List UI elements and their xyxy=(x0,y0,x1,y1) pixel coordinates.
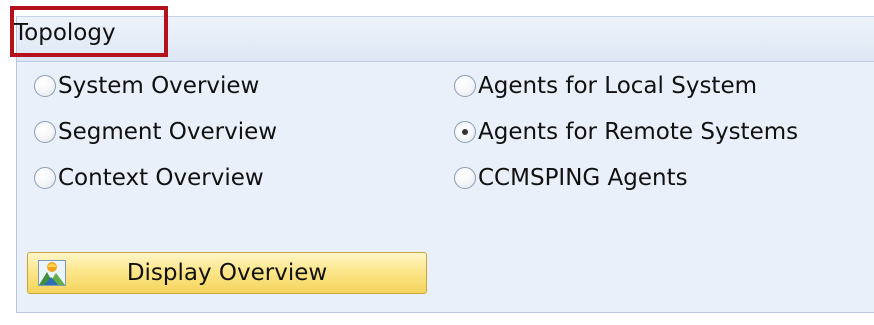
radio-label: Agents for Local System xyxy=(478,73,757,99)
radio-label: System Overview xyxy=(58,73,260,99)
radio-button-icon[interactable] xyxy=(454,121,476,143)
radio-label: Agents for Remote Systems xyxy=(478,119,799,145)
radio-button-icon[interactable] xyxy=(454,75,476,97)
radio-label: Segment Overview xyxy=(58,119,278,145)
radio-ccmsping-agents[interactable]: CCMSPING Agents xyxy=(454,162,688,194)
radio-agents-remote-systems[interactable]: Agents for Remote Systems xyxy=(454,116,798,148)
radio-button-icon[interactable] xyxy=(34,75,56,97)
display-overview-button[interactable]: Display Overview xyxy=(27,252,427,294)
radio-button-icon[interactable] xyxy=(34,121,56,143)
radio-context-overview[interactable]: Context Overview xyxy=(34,162,264,194)
radio-button-icon[interactable] xyxy=(34,167,56,189)
radio-label: CCMSPING Agents xyxy=(478,165,688,191)
button-label: Display Overview xyxy=(126,260,328,286)
group-header xyxy=(17,17,874,62)
group-title: Topology xyxy=(14,20,116,46)
radio-segment-overview[interactable]: Segment Overview xyxy=(34,116,277,148)
radio-button-icon[interactable] xyxy=(454,167,476,189)
radio-label: Context Overview xyxy=(58,165,264,191)
radio-agents-local-system[interactable]: Agents for Local System xyxy=(454,70,757,102)
radio-system-overview[interactable]: System Overview xyxy=(34,70,259,102)
topology-screen: Topology System Overview Segment Overvie… xyxy=(0,0,874,325)
